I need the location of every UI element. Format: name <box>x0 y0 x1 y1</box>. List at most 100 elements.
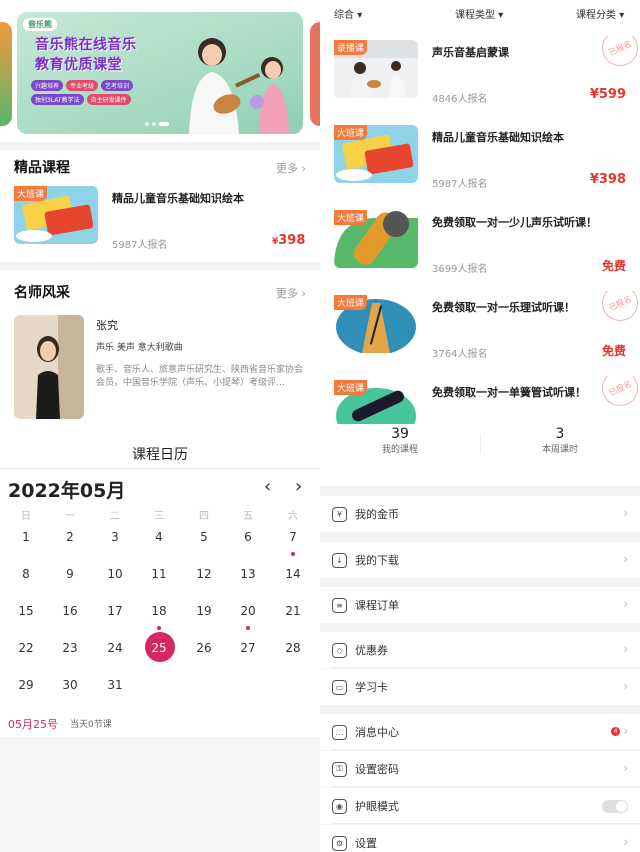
menu-item[interactable]: ⚙ 设置 › <box>320 825 640 852</box>
teacher-photo <box>14 315 84 419</box>
calendar-day[interactable]: 30 <box>50 678 90 692</box>
menu-item[interactable]: ↓ 我的下载 › <box>320 542 640 578</box>
course-list-item[interactable]: 大班课 免费领取一对一乐理试听课！ 3764人报名 免费 已报名 <box>320 291 640 369</box>
calendar-day[interactable]: 9 <box>50 567 90 581</box>
calendar-day[interactable]: 4 <box>139 530 179 544</box>
course-price: 免费 <box>601 259 626 273</box>
filter-label: 综合 <box>334 10 354 21</box>
chevron-right-icon: › <box>623 597 628 611</box>
course-badge: 大班课 <box>334 380 368 395</box>
course-title: 精品儿童音乐基础知识绘本 <box>432 131 564 144</box>
calendar-day[interactable]: 10 <box>95 567 135 581</box>
enrolled-count: 4846人报名 <box>432 94 488 105</box>
calendar-day[interactable]: 31 <box>95 678 135 692</box>
calendar-day[interactable]: 6 <box>228 530 268 544</box>
featured-course-card[interactable]: 大班课 精品儿童音乐基础知识绘本 5987人报名 ¥398 <box>0 182 320 254</box>
calendar-day[interactable]: 13 <box>228 567 268 581</box>
stat-my-courses[interactable]: 39 我的课程 <box>360 426 440 455</box>
chevron-right-icon: › <box>623 679 628 693</box>
calendar-day[interactable]: 14 <box>273 567 313 581</box>
menu-item[interactable]: ▭ 学习卡 › <box>320 669 640 705</box>
filter-sort[interactable]: 综合 ▾ <box>334 6 362 21</box>
filter-label: 课程分类 <box>576 10 616 21</box>
calendar-day[interactable]: 24 <box>95 641 135 655</box>
filter-course-category[interactable]: 课程分类 ▾ <box>576 6 624 21</box>
course-list-item[interactable]: 录播课 声乐音基启蒙课 4846人报名 ¥599 已报名 <box>320 36 640 114</box>
weekday-label: 五 <box>243 511 253 522</box>
eye-icon: ◉ <box>332 798 347 814</box>
calendar-day[interactable]: 22 <box>6 641 46 655</box>
teachers-more-link[interactable]: 更多 › <box>276 285 306 301</box>
calendar-day[interactable]: 17 <box>95 604 135 618</box>
menu-label: 课程订单 <box>355 599 399 612</box>
banner-tag: 艺考培训 <box>101 80 134 91</box>
banner-next-slide[interactable] <box>310 22 320 126</box>
filter-course-type[interactable]: 课程类型 ▾ <box>455 6 503 21</box>
featured-more-link[interactable]: 更多 › <box>276 160 306 176</box>
coin-icon: ¥ <box>332 506 347 522</box>
calendar-day[interactable]: 28 <box>273 641 313 655</box>
bottom-spacer <box>0 737 320 852</box>
calendar-day[interactable]: 16 <box>50 604 90 618</box>
course-list-item[interactable]: 大班课 精品儿童音乐基础知识绘本 5987人报名 ¥398 <box>320 121 640 199</box>
calendar-day[interactable]: 11 <box>139 567 179 581</box>
calendar-day[interactable]: 27 <box>228 641 268 655</box>
next-month-button[interactable]: › <box>295 476 302 497</box>
chevron-right-icon: › <box>623 552 628 566</box>
calendar-day[interactable]: 19 <box>184 604 224 618</box>
course-badge: 大班课 <box>334 210 368 225</box>
chevron-right-icon: › <box>623 724 628 738</box>
calendar-day[interactable]: 29 <box>6 678 46 692</box>
section-divider <box>0 142 320 150</box>
calendar-day[interactable]: 3 <box>95 530 135 544</box>
menu-item[interactable]: … 消息中心 4 › <box>320 714 640 750</box>
course-price: 免费 <box>601 344 626 358</box>
calendar-day[interactable]: 8 <box>6 567 46 581</box>
weekday-label: 日 <box>21 511 31 522</box>
menu-label: 我的下载 <box>355 554 399 567</box>
calendar-day[interactable]: 7 <box>273 530 313 544</box>
filter-label: 课程类型 <box>455 10 495 21</box>
calendar-day[interactable]: 23 <box>50 641 90 655</box>
section-divider <box>0 262 320 270</box>
calendar-day[interactable]: 12 <box>184 567 224 581</box>
course-list-item[interactable]: 大班课 免费领取一对一单簧管试听课！ 已报名 <box>320 376 640 426</box>
enrolled-count: 3699人报名 <box>432 264 488 275</box>
stat-weekly-hours[interactable]: 3 本周课时 <box>520 426 600 455</box>
selected-date-info: 当天0节课 <box>70 720 112 730</box>
stat-value: 39 <box>391 426 409 442</box>
banner-carousel[interactable]: 音乐熊 音乐熊在线音乐 教育优质课堂 兴趣培养 专业考级 艺考培训 独创3LAT… <box>0 0 320 142</box>
menu-item[interactable]: ¥ 我的金币 › <box>320 496 640 532</box>
menu-item[interactable]: ⚿ 设置密码 › <box>320 751 640 787</box>
course-title: 声乐音基启蒙课 <box>432 46 509 59</box>
calendar-day[interactable]: 1 <box>6 530 46 544</box>
teacher-card[interactable]: 张究 声乐 美声 意大利歌曲 歌手、音乐人、旅意声乐研究生、陕西省音乐家协会会员… <box>0 312 320 422</box>
calendar-day[interactable]: 25 <box>139 641 179 655</box>
course-list-area: 综合 ▾ 课程类型 ▾ 课程分类 ▾ 录播课 声乐音基启蒙课 4846人报名 ¥599… <box>320 0 640 486</box>
course-list-item[interactable]: 大班课 免费领取一对一少儿声乐试听课！ 3699人报名 免费 <box>320 206 640 284</box>
carousel-indicator <box>145 122 169 126</box>
enrolled-count: 5987人报名 <box>432 179 488 190</box>
calendar-day[interactable]: 5 <box>184 530 224 544</box>
caret-down-icon: ▾ <box>357 10 363 21</box>
calendar-month: 2022年05月 <box>8 480 126 502</box>
course-title: 精品儿童音乐基础知识绘本 <box>112 192 244 205</box>
banner-tag: 兴趣培养 <box>31 80 64 91</box>
calendar-day[interactable]: 20 <box>228 604 268 618</box>
calendar-day[interactable]: 2 <box>50 530 90 544</box>
home-panel: 音乐熊 音乐熊在线音乐 教育优质课堂 兴趣培养 专业考级 艺考培训 独创3LAT… <box>0 0 320 852</box>
banner-prev-slide[interactable] <box>0 22 12 126</box>
calendar-day[interactable]: 26 <box>184 641 224 655</box>
prev-month-button[interactable]: ‹ <box>264 476 271 497</box>
menu-item[interactable]: ≡ 课程订单 › <box>320 587 640 623</box>
stat-value: 3 <box>555 426 565 442</box>
more-label: 更多 <box>276 287 298 300</box>
menu-item[interactable]: ◉ 护眼模式 <box>320 788 640 824</box>
menu-item[interactable]: ◇ 优惠券 › <box>320 632 640 668</box>
eye-mode-toggle[interactable] <box>602 800 628 813</box>
calendar-day[interactable]: 21 <box>273 604 313 618</box>
banner-slide[interactable]: 音乐熊 音乐熊在线音乐 教育优质课堂 兴趣培养 专业考级 艺考培训 独创3LAT… <box>17 12 303 134</box>
calendar-day[interactable]: 18 <box>139 604 179 618</box>
calendar-day[interactable]: 15 <box>6 604 46 618</box>
banner-tag: 专业考级 <box>66 80 99 91</box>
